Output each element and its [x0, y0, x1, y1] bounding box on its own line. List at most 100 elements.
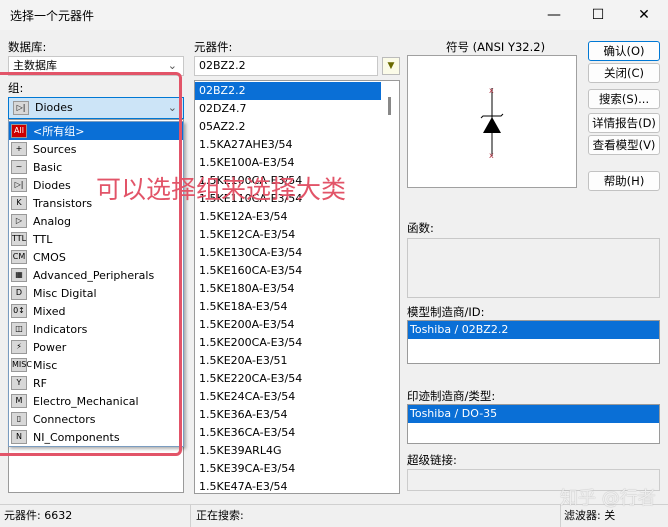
list-item[interactable]: 1.5KE24CA-E3/54	[195, 388, 399, 406]
list-item[interactable]: 1.5KE12CA-E3/54	[195, 226, 399, 244]
list-item[interactable]: 1.5KE36CA-E3/54	[195, 424, 399, 442]
group-option-label: Sources	[33, 142, 77, 156]
list-item[interactable]: 1.5KE39ARL4G	[195, 442, 399, 460]
group-option[interactable]: + Sources	[9, 140, 183, 158]
group-icon: All	[11, 124, 27, 138]
component-list[interactable]: 02BZ2.2 02DZ4.7 05AZ2.2 1.5KA27AHE3/54 1.5KE…	[194, 80, 400, 494]
group-option-label: Indicators	[33, 322, 88, 336]
database-label: 数据库:	[8, 40, 47, 54]
close-window-button[interactable]: ✕	[626, 4, 662, 26]
list-item[interactable]: 1.5KE36A-E3/54	[195, 406, 399, 424]
footprint-label: 印迹制造商/类型:	[407, 389, 496, 403]
group-value: Diodes	[35, 101, 73, 114]
view-model-button[interactable]: 查看模型(V)	[588, 135, 660, 155]
group-option-label: Mixed	[33, 304, 66, 318]
group-icon: +	[11, 142, 27, 156]
group-option[interactable]: D Misc Digital	[9, 284, 183, 302]
function-box	[407, 238, 660, 298]
footprint-list[interactable]: Toshiba / DO-35	[407, 404, 660, 444]
group-option-label: Power	[33, 340, 67, 354]
list-item[interactable]: 1.5KE200CA-E3/54	[195, 334, 399, 352]
group-icon: ▷	[11, 214, 27, 228]
group-option-label: TTL	[33, 232, 53, 246]
group-icon: MISC	[11, 358, 32, 372]
list-item[interactable]: 1.5KE180A-E3/54	[195, 280, 399, 298]
detail-report-button[interactable]: 详情报告(D)	[588, 113, 660, 133]
diodes-icon: ▷|	[13, 101, 29, 115]
group-option[interactable]: MISC Misc	[9, 356, 183, 374]
group-option-label: Analog	[33, 214, 72, 228]
group-option[interactable]: CM CMOS	[9, 248, 183, 266]
group-option[interactable]: N NI_Components	[9, 428, 183, 446]
database-value: 主数据库	[13, 59, 57, 72]
group-option[interactable]: ◫ Indicators	[9, 320, 183, 338]
annotation-text: 可以选择组来选择大类	[96, 175, 347, 204]
list-item[interactable]: 05AZ2.2	[195, 118, 399, 136]
component-input[interactable]: 02BZ2.2	[194, 56, 378, 76]
group-icon: ◫	[11, 322, 27, 336]
ok-button[interactable]: 确认(O)	[588, 41, 660, 61]
group-icon: D	[11, 286, 27, 300]
close-button[interactable]: 关闭(C)	[588, 63, 660, 83]
group-option[interactable]: 0↕ Mixed	[9, 302, 183, 320]
list-item[interactable]: 1.5KA27AHE3/54	[195, 136, 399, 154]
group-option-label: CMOS	[33, 250, 66, 264]
group-icon: ~	[11, 160, 27, 174]
group-option[interactable]: TTL TTL	[9, 230, 183, 248]
group-icon: 0↕	[11, 304, 27, 318]
list-item[interactable]: 02BZ2.2	[195, 82, 381, 100]
group-option[interactable]: ▯ Connectors	[9, 410, 183, 428]
list-item[interactable]: 1.5KE130CA-E3/54	[195, 244, 399, 262]
list-item[interactable]: 02DZ4.7	[195, 100, 399, 118]
group-icon: ⚡	[11, 340, 27, 354]
list-item[interactable]: 1.5KE39CA-E3/54	[195, 460, 399, 478]
group-option-label: Transistors	[33, 196, 93, 210]
help-button[interactable]: 帮助(H)	[588, 171, 660, 191]
group-option-label: Misc	[33, 358, 58, 372]
chevron-down-icon: ⌄	[167, 101, 177, 114]
group-option[interactable]: M Electro_Mechanical	[9, 392, 183, 410]
model-manufacturer-label: 模型制造商/ID:	[407, 305, 485, 319]
group-option-label: Diodes	[33, 178, 71, 192]
list-item[interactable]: 1.5KE12A-E3/54	[195, 208, 399, 226]
window-title: 选择一个元器件	[10, 9, 95, 23]
group-icon: ▯	[11, 412, 27, 426]
list-item[interactable]: 1.5KE220CA-E3/54	[195, 370, 399, 388]
group-icon: K	[11, 196, 27, 210]
list-item[interactable]: 1.5KE200A-E3/54	[195, 316, 399, 334]
scrollbar-thumb[interactable]	[388, 97, 391, 115]
minimize-button[interactable]: —	[536, 4, 572, 26]
symbol-preview: x x	[407, 55, 577, 188]
component-label: 元器件:	[194, 40, 233, 54]
filter-icon[interactable]: ▼	[382, 57, 400, 75]
list-item[interactable]: Toshiba / 02BZ2.2	[408, 321, 659, 339]
group-option-label: Misc Digital	[33, 286, 97, 300]
group-option-label: Basic	[33, 160, 63, 174]
list-item[interactable]: 1.5KE47A-E3/54	[195, 478, 399, 493]
watermark: 知乎 @行者	[560, 488, 656, 509]
group-option[interactable]: ⚡ Power	[9, 338, 183, 356]
svg-text:x: x	[489, 86, 494, 95]
group-option-label: <所有组>	[33, 125, 85, 138]
svg-text:x: x	[489, 151, 494, 160]
symbol-label: 符号 (ANSI Y32.2)	[446, 40, 546, 54]
model-manufacturer-list[interactable]: Toshiba / 02BZ2.2	[407, 320, 660, 364]
list-item[interactable]: Toshiba / DO-35	[408, 405, 659, 423]
maximize-button[interactable]: ☐	[580, 4, 616, 26]
group-select[interactable]: ▷| Diodes ⌄	[8, 97, 184, 119]
searching-status: 正在搜索:	[196, 509, 244, 522]
list-item[interactable]: 1.5KE18A-E3/54	[195, 298, 399, 316]
group-icon: Y	[11, 376, 27, 390]
zener-diode-symbol-icon: x x	[480, 86, 504, 160]
group-option[interactable]: Y RF	[9, 374, 183, 392]
group-label: 组:	[8, 81, 24, 95]
group-option[interactable]: ▦ Advanced_Peripherals	[9, 266, 183, 284]
group-icon: ▦	[11, 268, 27, 282]
search-button[interactable]: 搜索(S)...	[588, 89, 660, 109]
database-select[interactable]: 主数据库 ⌄	[8, 56, 184, 76]
group-option-label: Advanced_Peripherals	[33, 268, 155, 282]
group-option[interactable]: ▷ Analog	[9, 212, 183, 230]
list-item[interactable]: 1.5KE160CA-E3/54	[195, 262, 399, 280]
list-item[interactable]: 1.5KE20A-E3/51	[195, 352, 399, 370]
group-option[interactable]: All <所有组>	[9, 122, 183, 140]
